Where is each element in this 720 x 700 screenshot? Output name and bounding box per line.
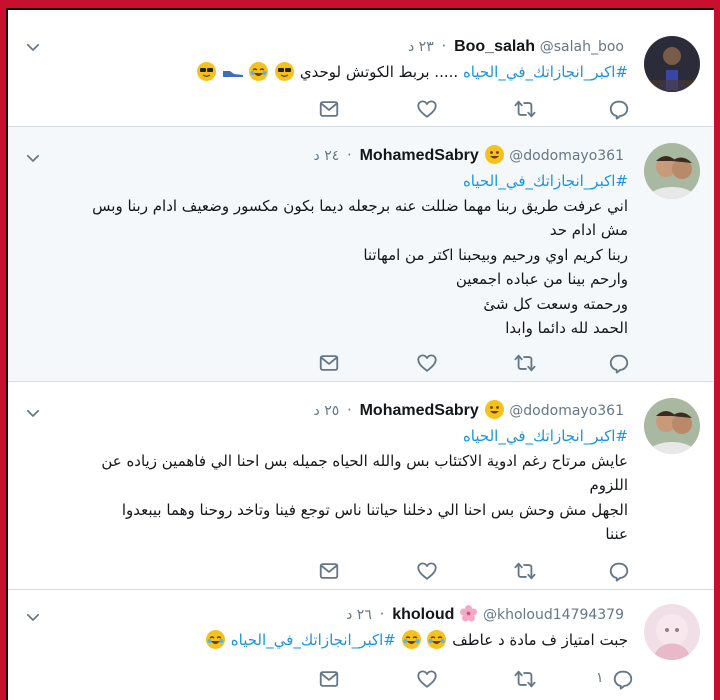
reply-count: ١ [596,670,604,686]
hashtag-link[interactable]: #اكبر_انجازاتك_في_الحياه [34,424,628,449]
tweet-text-line: الحمد لله دائما وابدا [505,319,628,337]
retweet-icon[interactable] [514,98,536,120]
user-handle[interactable]: @kholoud14794379 [483,607,624,623]
user-name[interactable]: Boo_salah [454,38,535,55]
avatar[interactable] [644,143,700,199]
tweet-actions: ١ [8,668,714,692]
separator-dot: · [347,401,352,419]
tweet-text-line: مش ادام حد [549,221,628,239]
like-icon[interactable] [416,98,438,120]
message-icon[interactable] [318,668,340,690]
tweet-text-line: اني عرفت طريق ربنا مهما ضللت عنه برجعله … [92,196,628,215]
tweet-text-line: الجهل مش وحش بس احنا الي دخلنا حياتنا نا… [121,500,628,519]
tweet-time[interactable]: ٢٤ د [314,148,340,164]
avatar[interactable] [644,604,700,660]
user-handle[interactable]: @dodomayo361 [509,403,624,419]
user-handle[interactable]: @salah_boo [540,39,624,55]
hashtag-link[interactable]: #اكبر_انجازاتك_في_الحياه [231,631,396,649]
tweet-text: ..... بربط الكوتش لوحدي [299,63,459,81]
tweet-header: kholoud @kholoud14794379 · ٢٦ د [346,604,628,625]
sunglasses-emoji [275,62,295,81]
tweet-time[interactable]: ٢٣ د [408,39,434,55]
tweet-time[interactable]: ٢٥ د [314,403,340,419]
hashtag-link[interactable]: #اكبر_انجازاتك_في_الحياه [463,63,628,81]
shoe-emoji [222,61,244,77]
separator-dot: · [347,146,352,164]
like-icon[interactable] [416,352,438,374]
reply-icon[interactable] [612,668,634,690]
chevron-down-icon[interactable] [24,608,42,626]
tweet-body: #اكبر_انجازاتك_في_الحياه اني عرفت طريق ر… [34,169,628,341]
retweet-icon[interactable] [514,560,536,582]
sunglasses-emoji [196,62,216,81]
tweet-body: #اكبر_انجازاتك_في_الحياه عايش مرتاح رغم … [34,424,628,547]
reply-icon[interactable] [608,98,630,120]
tweet-header: MohamedSabry @dodomayo361 · ٢٥ د [314,400,628,421]
user-name[interactable]: kholoud [392,606,454,623]
chevron-down-icon[interactable] [24,149,42,167]
joy-emoji [249,62,269,81]
cherry-blossom-emoji [459,604,478,623]
tweet-text-line: وارحم بينا من عباده اجمعين [455,270,628,288]
message-icon[interactable] [318,98,340,120]
tweet-text-line: عايش مرتاح رغم ادوية الاكتئاب بس والله ا… [101,451,628,470]
like-icon[interactable] [416,668,438,690]
tweet-body: #اكبر_انجازاتك_في_الحياه ..... بربط الكو… [196,60,628,85]
grin-emoji [484,400,504,419]
avatar[interactable] [644,36,700,92]
tweet-actions [8,352,714,376]
joy-emoji [427,630,447,649]
message-icon[interactable] [318,560,340,582]
retweet-icon[interactable] [514,668,536,690]
joy-emoji [206,630,226,649]
retweet-icon[interactable] [514,352,536,374]
tweet-body: جبت امتياز ف مادة د عاطف #اكبر_انجازاتك_… [205,628,628,653]
tweet-text: جبت امتياز ف مادة د عاطف [452,631,628,649]
tweet-text-line: ربنا كريم اوي ورحيم وبيحبنا اكتر من امها… [363,245,628,264]
user-handle[interactable]: @dodomayo361 [509,148,624,164]
separator-dot: · [379,605,385,623]
message-icon[interactable] [318,352,340,374]
tweet-text-line: اللزوم [589,476,628,494]
tweet-card[interactable]: kholoud @kholoud14794379 · ٢٦ د جبت امتي… [8,590,714,700]
tweet-text-line: عننا [605,525,628,543]
grin-emoji [484,145,504,164]
separator-dot: · [441,37,447,55]
like-icon[interactable] [416,560,438,582]
reply-icon[interactable] [608,352,630,374]
tweet-card[interactable]: MohamedSabry @dodomayo361 · ٢٥ د #اكبر_ا… [8,382,714,590]
tweet-header: MohamedSabry @dodomayo361 · ٢٤ د [314,145,628,166]
tweet-header: Boo_salah @salah_boo · ٢٣ د [408,36,628,57]
chevron-down-icon[interactable] [24,404,42,422]
tweet-card[interactable]: Boo_salah @salah_boo · ٢٣ د #اكبر_انجازا… [8,10,714,127]
tweet-actions [8,98,714,122]
joy-emoji [401,630,421,649]
avatar[interactable] [644,398,700,454]
tweet-card[interactable]: MohamedSabry @dodomayo361 · ٢٤ د #اكبر_ا… [8,127,714,382]
chevron-down-icon[interactable] [24,38,42,56]
hashtag-link[interactable]: #اكبر_انجازاتك_في_الحياه [34,169,628,194]
tweet-actions [8,560,714,584]
timeline: Boo_salah @salah_boo · ٢٣ د #اكبر_انجازا… [6,8,714,700]
user-name[interactable]: MohamedSabry [360,147,479,164]
reply-icon[interactable] [608,560,630,582]
tweet-text-line: ورحمته وسعت كل شئ [483,294,628,313]
user-name[interactable]: MohamedSabry [360,402,479,419]
tweet-time[interactable]: ٢٦ د [346,607,372,623]
